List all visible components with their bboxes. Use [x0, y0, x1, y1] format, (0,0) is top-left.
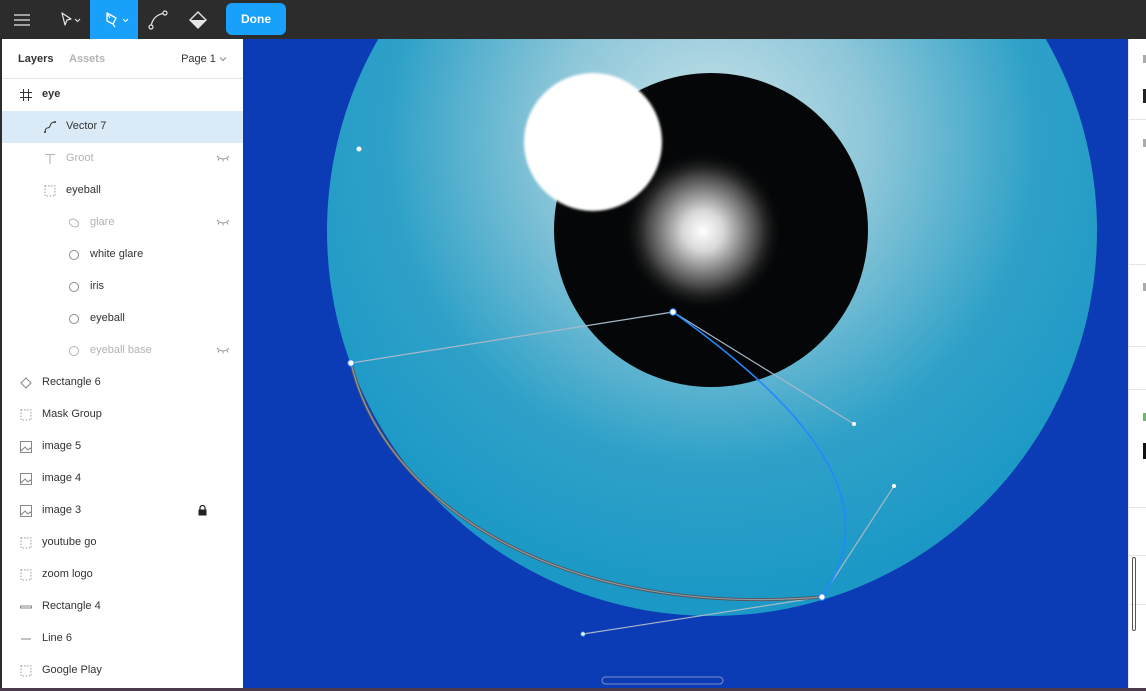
canvas-artwork	[327, 39, 1097, 685]
pen-icon	[106, 11, 129, 27]
tab-layers[interactable]: Layers	[18, 53, 53, 65]
image-icon	[20, 505, 32, 517]
ellipse-icon	[69, 314, 79, 324]
group-icon	[44, 185, 56, 197]
lock-icon[interactable]	[198, 505, 207, 516]
page-selector-label: Page 1	[181, 53, 216, 65]
eye-closed-icon[interactable]	[216, 154, 230, 162]
horizontal-scrollbar[interactable]	[601, 676, 724, 685]
group-icon	[20, 665, 32, 677]
group-icon	[20, 537, 32, 549]
diamond-icon	[20, 377, 32, 389]
chevron-down-icon	[219, 57, 227, 62]
group-icon	[20, 409, 32, 421]
properties-panel	[1128, 39, 1146, 688]
layer-label: image 5	[42, 440, 82, 452]
move-tool-button[interactable]	[46, 0, 88, 39]
layer-label: zoom logo	[42, 568, 93, 580]
layer-row[interactable]: image 4	[2, 463, 243, 495]
layer-label: eye	[42, 88, 61, 100]
layer-row[interactable]: glare	[2, 207, 243, 239]
layer-label: Line 6	[42, 632, 72, 644]
divider	[1129, 119, 1146, 120]
layer-label: image 4	[42, 472, 82, 484]
vector-icon	[44, 121, 56, 133]
layer-label: Groot	[66, 152, 94, 164]
layer-label: Rectangle 4	[42, 600, 101, 612]
vertical-scrollbar[interactable]	[1132, 557, 1136, 631]
page-selector[interactable]: Page 1	[181, 53, 227, 65]
bend-tool-button[interactable]	[140, 0, 176, 39]
layer-row[interactable]: Mask Group	[2, 399, 243, 431]
image-icon	[20, 473, 32, 485]
layer-label: Google Play	[42, 664, 102, 676]
layer-label: youtube go	[42, 536, 97, 548]
paint-bucket-button[interactable]	[180, 0, 216, 39]
layer-row[interactable]: youtube go	[2, 527, 243, 559]
layer-label: white glare	[90, 248, 144, 260]
anchor-point[interactable]	[669, 308, 677, 316]
divider	[1129, 389, 1146, 390]
divider	[1129, 264, 1146, 265]
text-icon	[45, 153, 55, 164]
layer-row[interactable]: iris	[2, 271, 243, 303]
layer-row[interactable]: image 5	[2, 431, 243, 463]
layer-row[interactable]: eyeball	[2, 175, 243, 207]
line-icon	[21, 638, 31, 640]
eye-closed-icon[interactable]	[216, 346, 230, 354]
layer-row[interactable]: zoom logo	[2, 559, 243, 591]
layer-row[interactable]: Rectangle 6	[2, 367, 243, 399]
layer-row[interactable]: Rectangle 4	[2, 591, 243, 623]
pointer-icon	[61, 11, 81, 26]
layers-panel-header: Layers Assets Page 1	[2, 39, 243, 79]
white-glare-shape[interactable]	[524, 73, 662, 211]
layer-label: eyeball	[66, 184, 101, 196]
layer-row[interactable]: Line 6	[2, 623, 243, 655]
layer-label: Mask Group	[42, 408, 102, 420]
image-icon	[20, 441, 32, 453]
anchor-point[interactable]	[347, 359, 355, 367]
layer-label: iris	[90, 280, 105, 292]
layer-label: eyeball	[90, 312, 125, 324]
anchor-point[interactable]	[818, 593, 826, 601]
layer-label: eyeball base	[90, 344, 152, 356]
ellipse-icon	[69, 250, 79, 260]
done-button[interactable]: Done	[226, 3, 286, 35]
layers-panel: Layers Assets Page 1 eye Vector 7 Groot …	[2, 39, 243, 688]
canvas[interactable]	[243, 39, 1128, 688]
handle-point[interactable]	[580, 631, 586, 637]
paint-bucket-icon	[189, 10, 207, 29]
divider	[1129, 555, 1146, 556]
layer-label: Vector 7	[66, 120, 107, 132]
frame-icon	[20, 89, 32, 101]
layer-row[interactable]: Google Play	[2, 655, 243, 687]
divider	[1129, 507, 1146, 508]
ellipse-icon	[68, 218, 80, 228]
layer-row[interactable]: image 3	[2, 495, 243, 527]
toolbar: Done	[0, 0, 1146, 39]
layer-row[interactable]: Groot	[2, 143, 243, 175]
layer-row[interactable]: Vector 7	[2, 111, 243, 143]
pen-tool-button[interactable]	[90, 0, 138, 39]
hamburger-icon[interactable]	[2, 0, 42, 39]
layer-label: image 3	[42, 504, 82, 516]
handle-point[interactable]	[852, 422, 856, 426]
bend-icon	[148, 9, 168, 30]
rectangle-icon	[20, 605, 32, 609]
eye-closed-icon[interactable]	[216, 218, 230, 226]
layer-row[interactable]: eye	[2, 79, 243, 111]
group-icon	[20, 569, 32, 581]
divider	[1129, 346, 1146, 347]
handle-point[interactable]	[892, 484, 896, 488]
layer-row[interactable]: eyeball	[2, 303, 243, 335]
layer-label: Rectangle 6	[42, 376, 101, 388]
layer-row[interactable]: eyeball base	[2, 335, 243, 367]
ellipse-icon	[69, 346, 79, 356]
layer-label: glare	[90, 216, 115, 228]
ellipse-icon	[69, 282, 79, 292]
layer-row[interactable]: white glare	[2, 239, 243, 271]
tab-assets[interactable]: Assets	[69, 53, 105, 65]
vector-point[interactable]	[356, 146, 362, 152]
